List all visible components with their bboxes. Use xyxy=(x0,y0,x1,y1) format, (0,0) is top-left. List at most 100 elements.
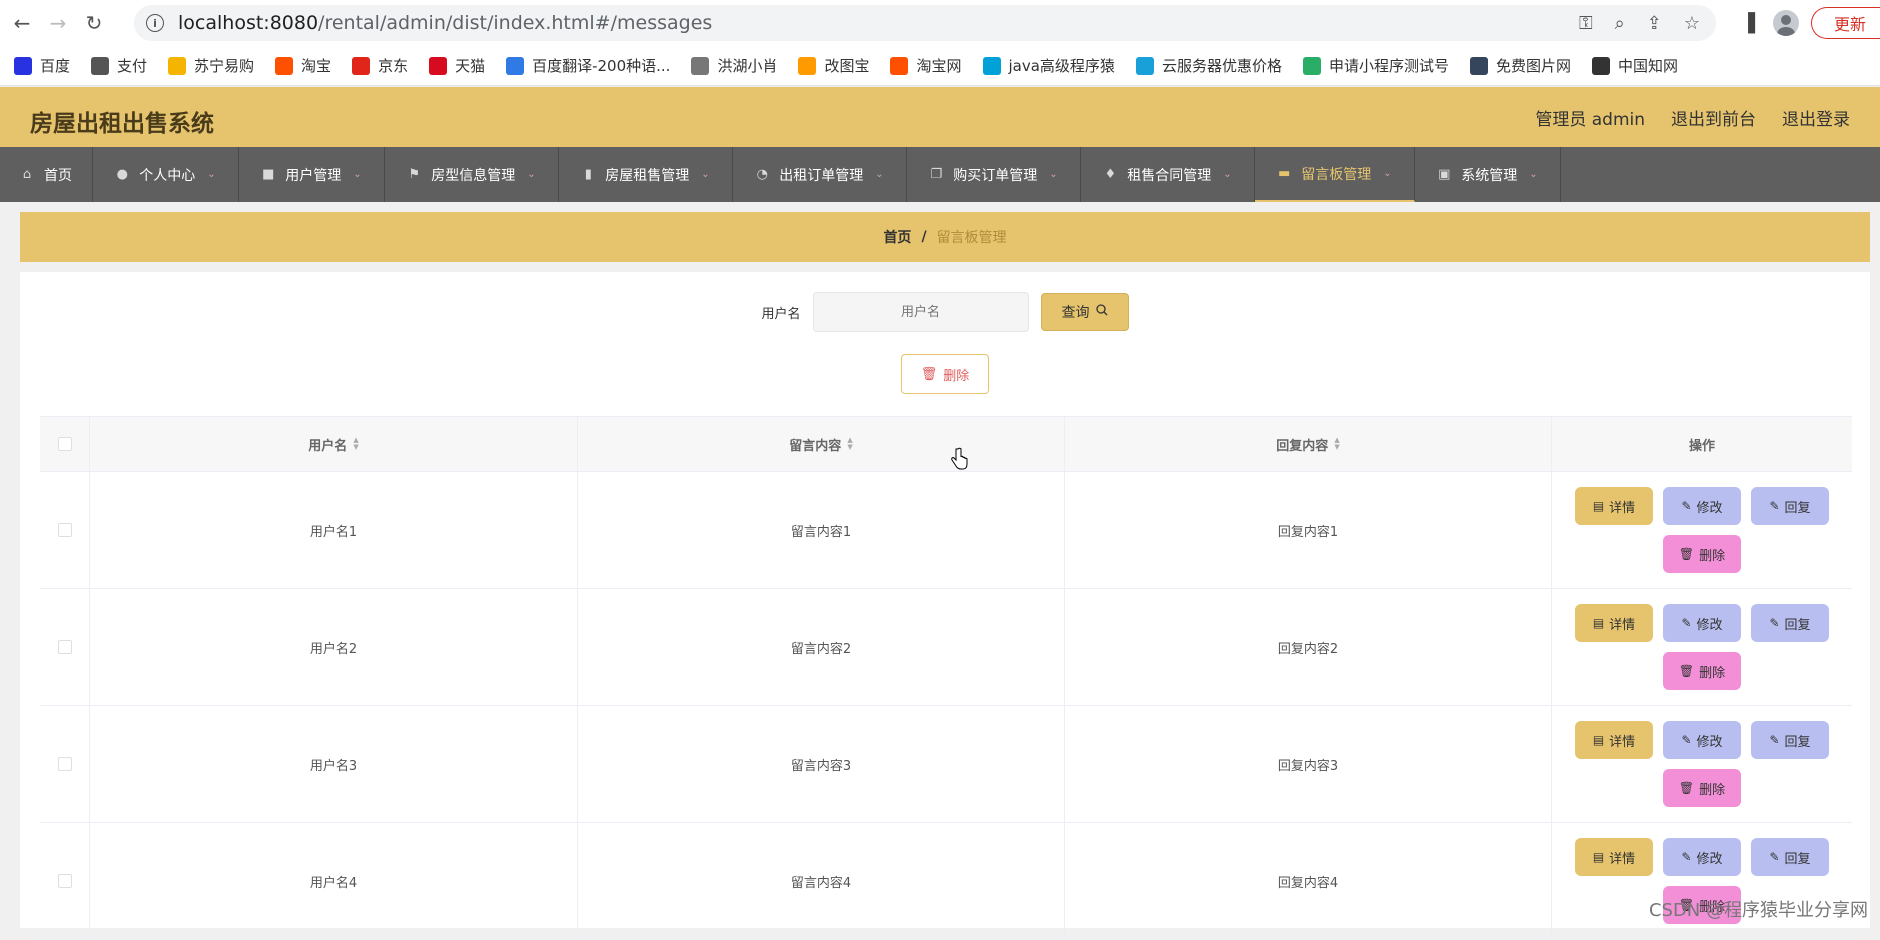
bookmark-item[interactable]: 改图宝 xyxy=(798,55,869,76)
nav-purchase-order-management[interactable]: ❐购买订单管理⌄ xyxy=(907,147,1081,202)
admin-label[interactable]: 管理员 admin xyxy=(1535,105,1645,130)
cnki-icon xyxy=(1592,57,1610,75)
table-header: 用户名▲▼ 留言内容▲▼ 回复内容▲▼ 操作 xyxy=(40,416,1852,472)
nav-label: 租售合同管理 xyxy=(1127,165,1211,185)
star-icon[interactable]: ☆ xyxy=(1684,13,1700,34)
bookmark-item[interactable]: 洪湖小肖 xyxy=(691,55,777,76)
site-info-icon[interactable]: i xyxy=(146,14,164,32)
translate-icon xyxy=(506,57,524,75)
search-form: 用户名 查询 xyxy=(20,292,1870,332)
edit-button[interactable]: ✎修改 xyxy=(1663,838,1741,876)
nav-house-rental-management[interactable]: ▮房屋租售管理⌄ xyxy=(559,147,733,202)
table-row: 用户名4留言内容4回复内容4▤详情✎修改✎回复🗑︎删除 xyxy=(40,823,1852,940)
batch-delete-button[interactable]: 🗑︎ 删除 xyxy=(901,354,989,394)
update-button[interactable]: 更新 xyxy=(1811,7,1880,39)
nav-personal-center[interactable]: ●个人中心⌄ xyxy=(93,147,239,202)
column-header-reply[interactable]: 回复内容▲▼ xyxy=(1065,417,1552,471)
key-icon[interactable]: ⚿ xyxy=(1579,13,1593,34)
sort-icon[interactable]: ▲▼ xyxy=(1334,437,1339,451)
exit-to-front-link[interactable]: 退出到前台 xyxy=(1671,105,1756,130)
edit-button[interactable]: ✎修改 xyxy=(1663,487,1741,525)
detail-button[interactable]: ▤详情 xyxy=(1575,838,1653,876)
sort-icon[interactable]: ▲▼ xyxy=(847,437,852,451)
nav-label: 留言板管理 xyxy=(1301,164,1371,184)
cell-actions: ▤详情 ✎修改 ✎回复 🗑︎删除 xyxy=(1552,706,1852,822)
nav-system-management[interactable]: ▣系统管理⌄ xyxy=(1415,147,1561,202)
detail-button[interactable]: ▤详情 xyxy=(1575,487,1653,525)
search-button[interactable]: 查询 xyxy=(1041,293,1129,331)
zoom-icon[interactable]: ⌕ xyxy=(1615,13,1625,34)
watermark: CSDN @程序猿毕业分享网 xyxy=(1649,896,1868,922)
bookmark-item[interactable]: 京东 xyxy=(352,55,408,76)
column-header-content[interactable]: 留言内容▲▼ xyxy=(578,417,1065,471)
reply-button[interactable]: ✎回复 xyxy=(1751,604,1829,642)
action-label: 删除 xyxy=(1699,662,1725,681)
detail-button[interactable]: ▤详情 xyxy=(1575,604,1653,642)
nav-message-board-management[interactable]: ▬留言板管理⌄ xyxy=(1255,147,1415,202)
nav-room-type-management[interactable]: ⚑房型信息管理⌄ xyxy=(385,147,559,202)
trash-icon: 🗑︎ xyxy=(1679,664,1694,678)
nav-label: 出租订单管理 xyxy=(779,165,863,185)
bar-chart-icon: ▮ xyxy=(581,168,595,182)
briefcase-icon: ■ xyxy=(261,168,275,182)
browser-toolbar: ← → ↻ i localhost:8080/rental/admin/dist… xyxy=(0,0,1880,46)
reply-button[interactable]: ✎回复 xyxy=(1751,487,1829,525)
nav-home[interactable]: ⌂首页 xyxy=(0,147,93,202)
delete-button[interactable]: 🗑︎ 删除 xyxy=(1663,652,1741,690)
side-panel-icon[interactable]: ▐ xyxy=(1735,10,1761,36)
bookmark-item[interactable]: 申请小程序测试号 xyxy=(1303,55,1449,76)
bookmark-item[interactable]: 免费图片网 xyxy=(1470,55,1571,76)
bookmark-item[interactable]: 云服务器优惠价格 xyxy=(1136,55,1282,76)
nav-contract-management[interactable]: ♦租售合同管理⌄ xyxy=(1081,147,1255,202)
breadcrumb-home[interactable]: 首页 xyxy=(883,227,911,247)
bookmark-item[interactable]: 天猫 xyxy=(429,55,485,76)
bookmark-item[interactable]: 淘宝 xyxy=(275,55,331,76)
nav-rental-order-management[interactable]: ◔出租订单管理⌄ xyxy=(733,147,907,202)
row-checkbox[interactable] xyxy=(58,874,72,888)
back-icon[interactable]: ← xyxy=(8,9,36,37)
reload-icon[interactable]: ↻ xyxy=(80,9,108,37)
share-icon[interactable]: ⇪ xyxy=(1647,13,1662,34)
bookmark-item[interactable]: 淘宝网 xyxy=(890,55,961,76)
pencil-icon: ✎ xyxy=(1681,733,1691,747)
action-label: 修改 xyxy=(1697,614,1723,633)
bookmark-item[interactable]: java高级程序猿 xyxy=(983,55,1115,76)
sort-icon[interactable]: ▲▼ xyxy=(353,437,358,451)
bookmark-item[interactable]: 百度 xyxy=(14,55,70,76)
detail-button[interactable]: ▤详情 xyxy=(1575,721,1653,759)
reply-button[interactable]: ✎回复 xyxy=(1751,721,1829,759)
delete-button[interactable]: 🗑︎删除 xyxy=(1663,535,1741,573)
delete-button[interactable]: 🗑︎删除 xyxy=(1663,769,1741,807)
address-bar[interactable]: i localhost:8080/rental/admin/dist/index… xyxy=(134,5,1716,41)
row-checkbox[interactable] xyxy=(58,757,72,771)
search-icon xyxy=(1096,304,1108,320)
trash-icon: 🗑︎ xyxy=(1679,547,1694,561)
nav-user-management[interactable]: ■用户管理⌄ xyxy=(239,147,385,202)
profile-avatar[interactable] xyxy=(1773,10,1799,36)
edit-button[interactable]: ✎修改 xyxy=(1663,604,1741,642)
document-icon: ▤ xyxy=(1593,850,1604,864)
username-search-input[interactable] xyxy=(813,292,1029,332)
column-header-username[interactable]: 用户名▲▼ xyxy=(90,417,578,471)
edit-button[interactable]: ✎修改 xyxy=(1663,721,1741,759)
bookmark-item[interactable]: 支付 xyxy=(91,55,147,76)
globe-icon xyxy=(91,57,109,75)
row-checkbox[interactable] xyxy=(58,523,72,537)
app-title: 房屋出租出售系统 xyxy=(30,104,214,138)
row-checkbox-cell xyxy=(40,589,90,705)
select-all-checkbox[interactable] xyxy=(58,437,72,451)
logout-link[interactable]: 退出登录 xyxy=(1782,105,1850,130)
row-checkbox[interactable] xyxy=(58,640,72,654)
cell-reply: 回复内容3 xyxy=(1065,706,1552,822)
t-icon xyxy=(1470,57,1488,75)
action-label: 详情 xyxy=(1609,497,1635,516)
bookmark-item[interactable]: 百度翻译-200种语... xyxy=(506,55,670,76)
hand-cursor-icon xyxy=(950,447,968,471)
reply-button[interactable]: ✎回复 xyxy=(1751,838,1829,876)
trash-icon: 🗑︎ xyxy=(921,367,938,382)
bookmark-item[interactable]: 苏宁易购 xyxy=(168,55,254,76)
bookmark-item[interactable]: 中国知网 xyxy=(1592,55,1678,76)
forward-icon[interactable]: → xyxy=(44,9,72,37)
chevron-down-icon: ⌄ xyxy=(527,169,535,180)
bookmark-label: 京东 xyxy=(378,55,408,76)
